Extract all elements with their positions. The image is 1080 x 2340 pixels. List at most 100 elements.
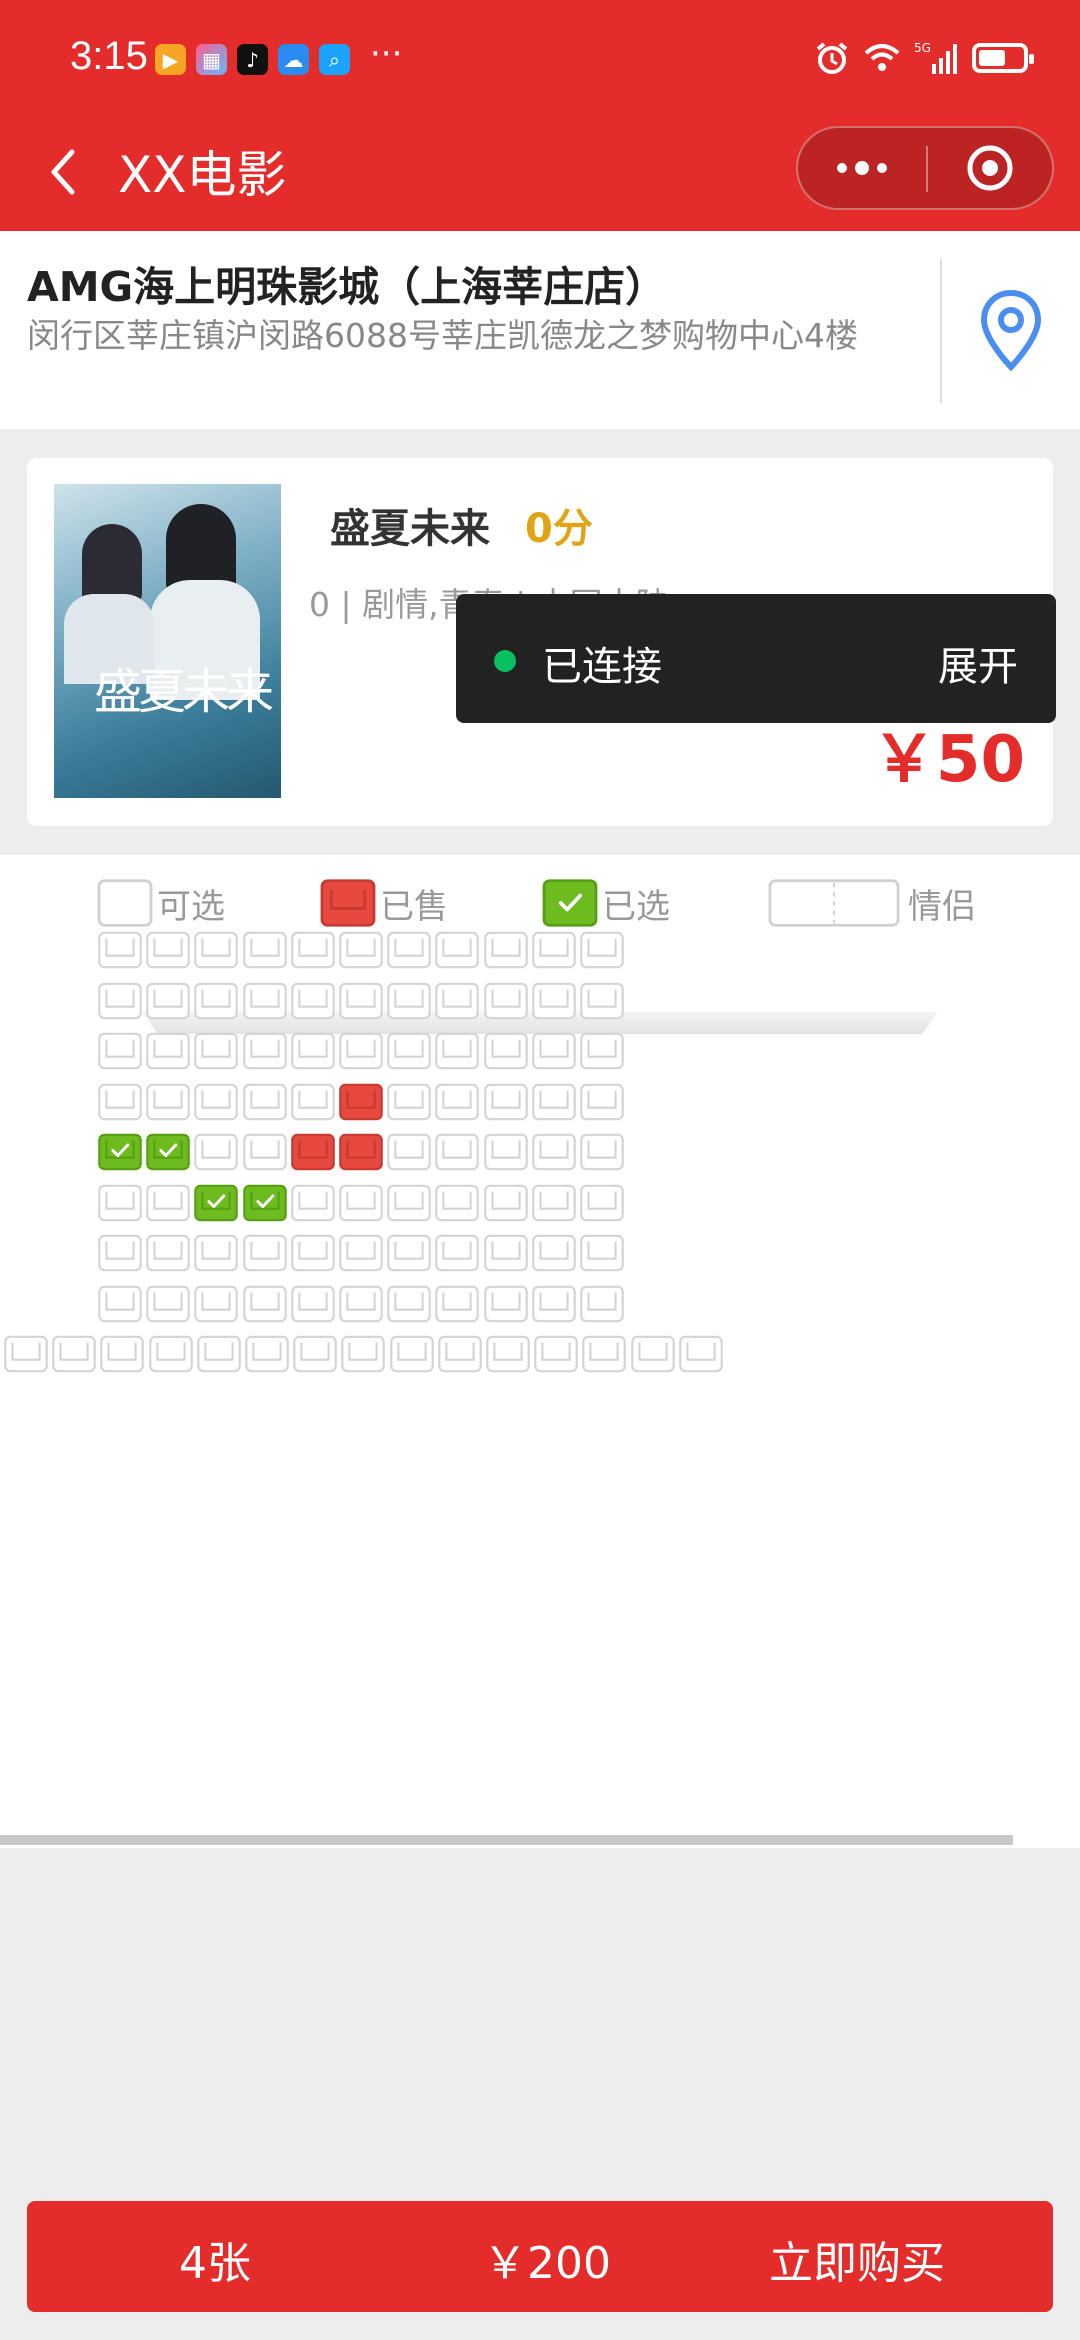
seat-available[interactable]	[338, 1284, 384, 1324]
seat-available[interactable]	[531, 1082, 577, 1122]
seat-available[interactable]	[386, 930, 432, 970]
seat-available[interactable]	[97, 1284, 143, 1324]
seat-available[interactable]	[242, 1132, 288, 1172]
seat-available[interactable]	[579, 1132, 625, 1172]
seat-available[interactable]	[483, 1233, 529, 1273]
seat-available[interactable]	[483, 1132, 529, 1172]
seat-available[interactable]	[483, 1031, 529, 1071]
seat-available[interactable]	[386, 981, 432, 1021]
seat-available[interactable]	[579, 1031, 625, 1071]
seat-available[interactable]	[145, 1082, 191, 1122]
seat-available[interactable]	[483, 1183, 529, 1223]
seat-available[interactable]	[483, 930, 529, 970]
seat-available[interactable]	[434, 1132, 480, 1172]
seat-available[interactable]	[51, 1334, 97, 1374]
seat-selected[interactable]	[193, 1183, 239, 1223]
seat-available[interactable]	[437, 1334, 483, 1374]
seat-available[interactable]	[242, 1233, 288, 1273]
seat-available[interactable]	[531, 1284, 577, 1324]
seat-available[interactable]	[193, 1233, 239, 1273]
seat-available[interactable]	[386, 1082, 432, 1122]
seat-available[interactable]	[434, 1082, 480, 1122]
back-arrow-icon[interactable]	[42, 142, 86, 202]
seat-available[interactable]	[531, 1031, 577, 1071]
seat-available[interactable]	[483, 1082, 529, 1122]
seat-available[interactable]	[389, 1334, 435, 1374]
seat-available[interactable]	[630, 1334, 676, 1374]
seat-available[interactable]	[338, 981, 384, 1021]
seat-available[interactable]	[242, 981, 288, 1021]
more-menu-button[interactable]	[798, 128, 926, 208]
seat-available[interactable]	[145, 981, 191, 1021]
seat-available[interactable]	[193, 1284, 239, 1324]
seat-available[interactable]	[434, 1031, 480, 1071]
seat-available[interactable]	[386, 1132, 432, 1172]
seat-available[interactable]	[531, 1183, 577, 1223]
seat-available[interactable]	[483, 1284, 529, 1324]
seat-available[interactable]	[97, 930, 143, 970]
seat-available[interactable]	[290, 1183, 336, 1223]
seat-available[interactable]	[290, 1233, 336, 1273]
seat-available[interactable]	[242, 1284, 288, 1324]
horizontal-scrollbar[interactable]	[0, 1835, 1013, 1845]
seat-available[interactable]	[531, 930, 577, 970]
seat-available[interactable]	[581, 1334, 627, 1374]
seat-available[interactable]	[97, 1082, 143, 1122]
seat-available[interactable]	[340, 1334, 386, 1374]
seat-available[interactable]	[196, 1334, 242, 1374]
seat-available[interactable]	[193, 1132, 239, 1172]
seat-available[interactable]	[290, 930, 336, 970]
seat-available[interactable]	[97, 1233, 143, 1273]
seat-available[interactable]	[579, 1284, 625, 1324]
seat-available[interactable]	[434, 981, 480, 1021]
seat-available[interactable]	[145, 1183, 191, 1223]
toast-expand-button[interactable]: 展开	[938, 634, 1018, 692]
seat-available[interactable]	[242, 930, 288, 970]
seat-selected[interactable]	[97, 1132, 143, 1172]
seat-available[interactable]	[193, 1082, 239, 1122]
seat-available[interactable]	[533, 1334, 579, 1374]
seat-available[interactable]	[290, 1284, 336, 1324]
seat-available[interactable]	[290, 981, 336, 1021]
seat-available[interactable]	[292, 1334, 338, 1374]
seat-available[interactable]	[145, 1233, 191, 1273]
seat-available[interactable]	[338, 930, 384, 970]
seat-available[interactable]	[97, 1183, 143, 1223]
seat-available[interactable]	[97, 1031, 143, 1071]
seat-available[interactable]	[531, 1233, 577, 1273]
seat-available[interactable]	[193, 930, 239, 970]
seat-available[interactable]	[386, 1183, 432, 1223]
seat-available[interactable]	[290, 1082, 336, 1122]
seat-selected[interactable]	[145, 1132, 191, 1172]
seat-available[interactable]	[145, 1031, 191, 1071]
seat-available[interactable]	[148, 1334, 194, 1374]
seat-available[interactable]	[434, 1284, 480, 1324]
seat-available[interactable]	[579, 1233, 625, 1273]
seat-available[interactable]	[579, 1082, 625, 1122]
close-miniprogram-button[interactable]	[928, 128, 1052, 208]
location-pin-icon[interactable]	[978, 289, 1044, 373]
seat-available[interactable]	[145, 1284, 191, 1324]
seat-available[interactable]	[97, 981, 143, 1021]
seat-available[interactable]	[483, 981, 529, 1021]
buy-now-button[interactable]: 立即购买	[769, 2227, 945, 2291]
seat-available[interactable]	[242, 1031, 288, 1071]
seat-available[interactable]	[386, 1233, 432, 1273]
seat-available[interactable]	[290, 1031, 336, 1071]
seat-available[interactable]	[193, 981, 239, 1021]
seat-available[interactable]	[531, 1132, 577, 1172]
seat-available[interactable]	[242, 1082, 288, 1122]
seat-available[interactable]	[579, 1183, 625, 1223]
seat-available[interactable]	[485, 1334, 531, 1374]
seat-available[interactable]	[338, 1183, 384, 1223]
seat-available[interactable]	[386, 1284, 432, 1324]
seat-available[interactable]	[386, 1031, 432, 1071]
seat-available[interactable]	[579, 930, 625, 970]
seat-available[interactable]	[244, 1334, 290, 1374]
seat-available[interactable]	[434, 1183, 480, 1223]
seat-available[interactable]	[434, 930, 480, 970]
purchase-bar[interactable]: 4张 ￥200 立即购买	[27, 2201, 1053, 2312]
seat-available[interactable]	[579, 981, 625, 1021]
seat-available[interactable]	[678, 1334, 724, 1374]
seat-available[interactable]	[531, 981, 577, 1021]
